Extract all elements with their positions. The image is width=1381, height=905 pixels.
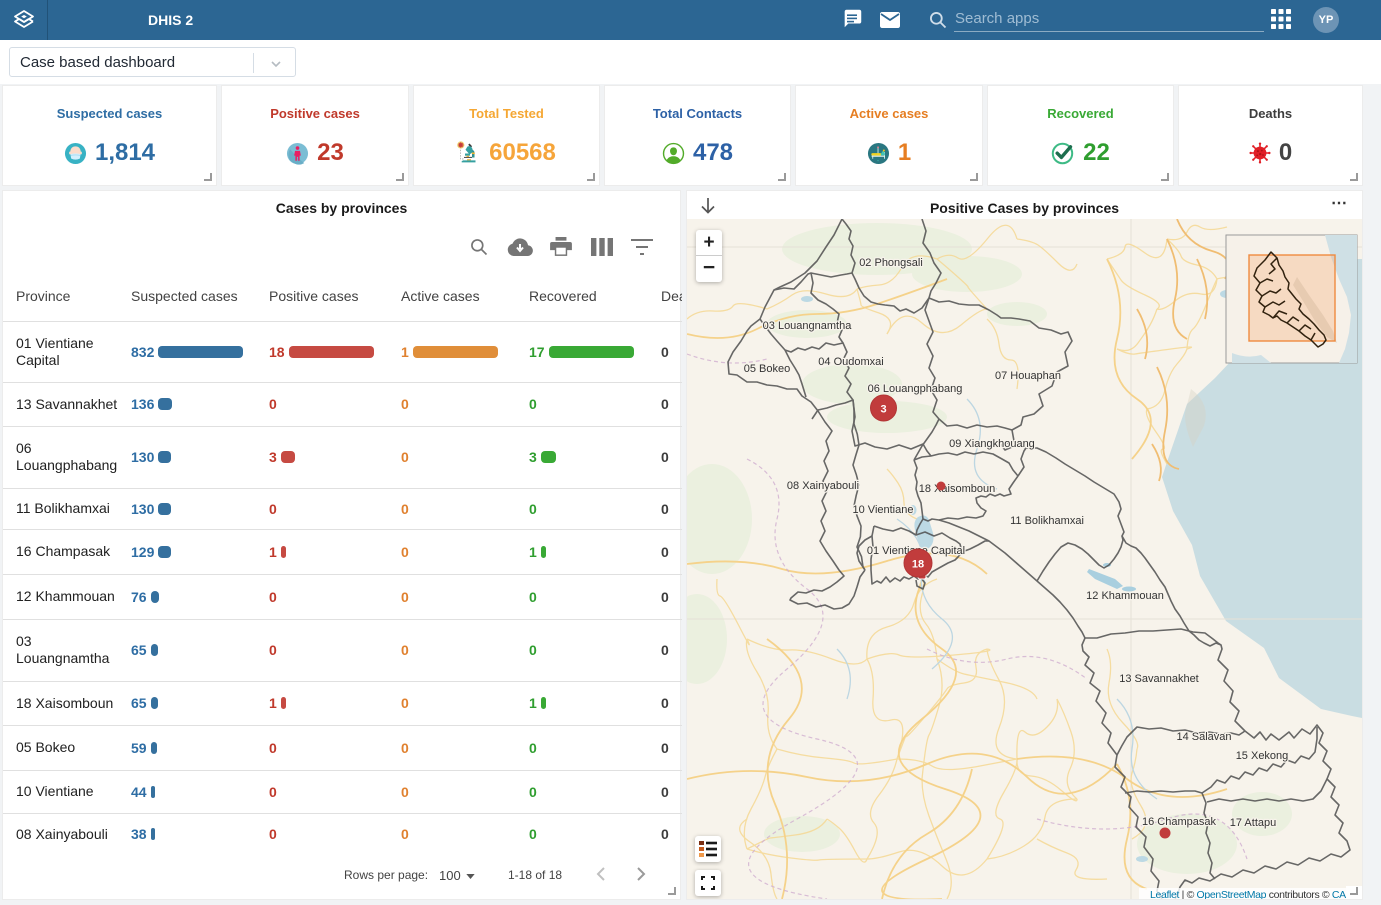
svg-text:14 Salavan: 14 Salavan [1176,731,1231,743]
svg-text:12 Khammouan: 12 Khammouan [1086,590,1164,602]
svg-text:18: 18 [912,559,924,571]
svg-text:08 Xainyabouli: 08 Xainyabouli [787,480,859,492]
svg-text:3: 3 [880,404,886,416]
svg-text:07 Houaphan: 07 Houaphan [995,370,1061,382]
svg-text:17 Attapu: 17 Attapu [1230,817,1277,829]
svg-text:02 Phongsali: 02 Phongsali [859,257,923,269]
svg-text:13 Savannakhet: 13 Savannakhet [1119,673,1199,685]
svg-text:16 Champasak: 16 Champasak [1142,816,1216,828]
svg-text:18 Xaisomboun: 18 Xaisomboun [919,483,995,495]
svg-text:04 Oudomxai: 04 Oudomxai [818,356,883,368]
svg-text:15 Xekong: 15 Xekong [1236,750,1289,762]
svg-text:09 Xiangkhouang: 09 Xiangkhouang [949,438,1035,450]
svg-text:06 Louangphabang: 06 Louangphabang [868,383,963,395]
svg-text:05 Bokeo: 05 Bokeo [744,363,790,375]
svg-text:03 Louangnamtha: 03 Louangnamtha [763,320,853,332]
svg-text:10 Vientiane: 10 Vientiane [853,504,914,516]
svg-text:11 Bolikhamxai: 11 Bolikhamxai [1010,515,1084,527]
